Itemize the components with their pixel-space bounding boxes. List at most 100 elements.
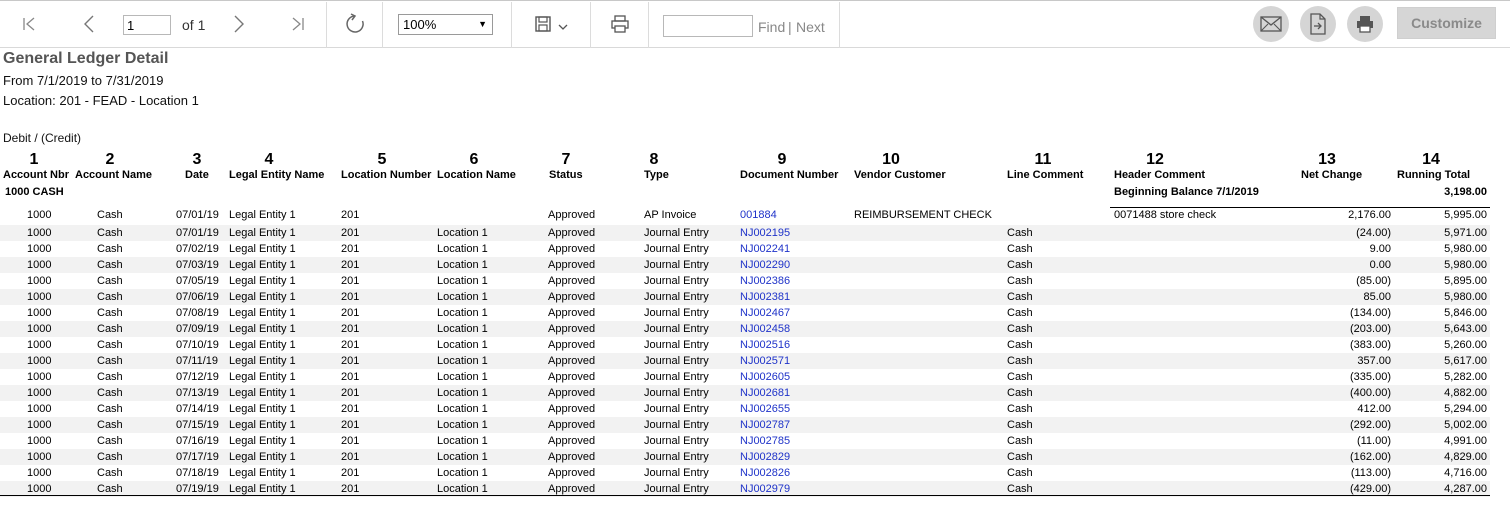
net-change-cell: 9.00 (1369, 243, 1391, 255)
account-nbr-cell: 1000 (27, 323, 52, 335)
document-number-link[interactable]: NJ002241 (740, 243, 790, 255)
location-name-cell: Location 1 (437, 403, 488, 415)
document-number-link[interactable]: NJ002458 (740, 323, 790, 335)
legal-entity-cell: Legal Entity 1 (229, 483, 296, 495)
document-number-link[interactable]: NJ002571 (740, 355, 790, 367)
document-number-link[interactable]: NJ002386 (740, 275, 790, 287)
column-header-status: Status (549, 169, 583, 181)
column-number: 12 (1146, 151, 1164, 168)
net-change-cell: (162.00) (1350, 451, 1391, 463)
running-total-cell: 5,980.00 (1444, 259, 1487, 271)
zoom-select[interactable]: 100% ▼ (398, 14, 493, 35)
line-comment-cell: Cash (1007, 259, 1033, 271)
table-row: 1000 Cash 07/01/19 Legal Entity 1 201 Locatio… (0, 225, 1490, 241)
document-number-link[interactable]: NJ002785 (740, 435, 790, 447)
beginning-balance-label: Beginning Balance 7/1/2019 (1114, 186, 1259, 198)
date-cell: 07/11/19 (176, 355, 219, 367)
type-cell: Journal Entry (644, 227, 709, 239)
location-name-cell: Location 1 (437, 467, 488, 479)
account-nbr-cell: 1000 (27, 275, 52, 287)
previous-page-icon[interactable] (74, 1, 104, 47)
type-cell: Journal Entry (644, 355, 709, 367)
print-icon[interactable] (605, 1, 635, 47)
next-page-icon[interactable] (224, 1, 254, 47)
next-link[interactable]: Next (796, 19, 825, 35)
document-number-link[interactable]: NJ002381 (740, 291, 790, 303)
account-name-cell: Cash (97, 387, 123, 399)
legal-entity-cell: Legal Entity 1 (229, 451, 296, 463)
document-number-link[interactable]: NJ002467 (740, 307, 790, 319)
column-number: 5 (377, 151, 387, 168)
legal-entity-cell: Legal Entity 1 (229, 355, 296, 367)
line-comment-cell: Cash (1007, 243, 1033, 255)
date-cell: 07/01/19 (176, 209, 219, 221)
document-number-link[interactable]: 001884 (740, 209, 777, 221)
export-button[interactable] (1300, 6, 1336, 42)
table-row: 1000 Cash 07/18/19 Legal Entity 1 201 Locatio… (0, 465, 1490, 481)
legal-entity-cell: Legal Entity 1 (229, 307, 296, 319)
first-page-icon[interactable] (14, 1, 44, 47)
line-comment-cell: Cash (1007, 483, 1033, 495)
table-row: 1000 Cash 07/08/19 Legal Entity 1 201 Locatio… (0, 305, 1490, 321)
account-nbr-cell: 1000 (27, 435, 52, 447)
document-number-link[interactable]: NJ002826 (740, 467, 790, 479)
find-input[interactable] (663, 15, 753, 37)
toolbar-separator (648, 2, 649, 48)
document-number-link[interactable]: NJ002681 (740, 387, 790, 399)
account-name-cell: Cash (97, 259, 123, 271)
toolbar-separator (839, 2, 840, 48)
location-number-cell: 201 (341, 419, 360, 431)
column-number: 14 (1422, 151, 1440, 168)
zoom-value: 100% (403, 17, 437, 32)
legal-entity-cell: Legal Entity 1 (229, 371, 296, 383)
refresh-icon[interactable] (340, 1, 370, 47)
running-total-cell: 5,294.00 (1444, 403, 1487, 415)
status-cell: Approved (548, 419, 596, 431)
column-header-vendor-customer: Vendor Customer (854, 169, 946, 181)
column-number: 13 (1318, 151, 1336, 168)
email-button[interactable] (1253, 6, 1289, 42)
document-number-link[interactable]: NJ002979 (740, 483, 790, 495)
account-nbr-cell: 1000 (27, 259, 52, 271)
line-comment-cell: Cash (1007, 227, 1033, 239)
date-cell: 07/13/19 (176, 387, 219, 399)
date-cell: 07/14/19 (176, 403, 219, 415)
location-number-cell: 201 (341, 259, 360, 271)
page-number-input[interactable] (123, 15, 171, 35)
legal-entity-cell: Legal Entity 1 (229, 243, 296, 255)
document-number-link[interactable]: NJ002655 (740, 403, 790, 415)
running-total-cell: 4,716.00 (1444, 467, 1487, 479)
document-number-link[interactable]: NJ002290 (740, 259, 790, 271)
table-row: 1000 Cash 07/17/19 Legal Entity 1 201 Locatio… (0, 449, 1490, 465)
print-button[interactable] (1347, 6, 1383, 42)
table-bottom-border (0, 495, 1490, 496)
find-link[interactable]: Find (758, 19, 785, 35)
export-file-icon (1310, 13, 1326, 35)
legal-entity-cell: Legal Entity 1 (229, 259, 296, 271)
last-page-icon[interactable] (283, 1, 313, 47)
report-toolbar: of 1 100% ▼ Find | Next Customize (0, 0, 1510, 48)
legal-entity-cell: Legal Entity 1 (229, 227, 296, 239)
column-number: 8 (649, 151, 659, 168)
document-number-link[interactable]: NJ002605 (740, 371, 790, 383)
type-cell: Journal Entry (644, 291, 709, 303)
document-number-link[interactable]: NJ002787 (740, 419, 790, 431)
document-number-link[interactable]: NJ002195 (740, 227, 790, 239)
location-name-cell: Location 1 (437, 451, 488, 463)
net-change-cell: (292.00) (1350, 419, 1391, 431)
account-nbr-cell: 1000 (27, 291, 52, 303)
account-nbr-cell: 1000 (27, 483, 52, 495)
document-number-link[interactable]: NJ002516 (740, 339, 790, 351)
save-export-button[interactable] (528, 1, 574, 47)
running-total-cell: 5,643.00 (1444, 323, 1487, 335)
document-number-link[interactable]: NJ002829 (740, 451, 790, 463)
line-comment-cell: Cash (1007, 467, 1033, 479)
legal-entity-cell: Legal Entity 1 (229, 275, 296, 287)
envelope-icon (1260, 16, 1282, 32)
customize-button[interactable]: Customize (1397, 7, 1496, 39)
date-cell: 07/01/19 (176, 227, 219, 239)
location-number-cell: 201 (341, 243, 360, 255)
table-row: 1000 Cash 07/13/19 Legal Entity 1 201 Locatio… (0, 385, 1490, 401)
date-cell: 07/12/19 (176, 371, 219, 383)
line-comment-cell: Cash (1007, 387, 1033, 399)
